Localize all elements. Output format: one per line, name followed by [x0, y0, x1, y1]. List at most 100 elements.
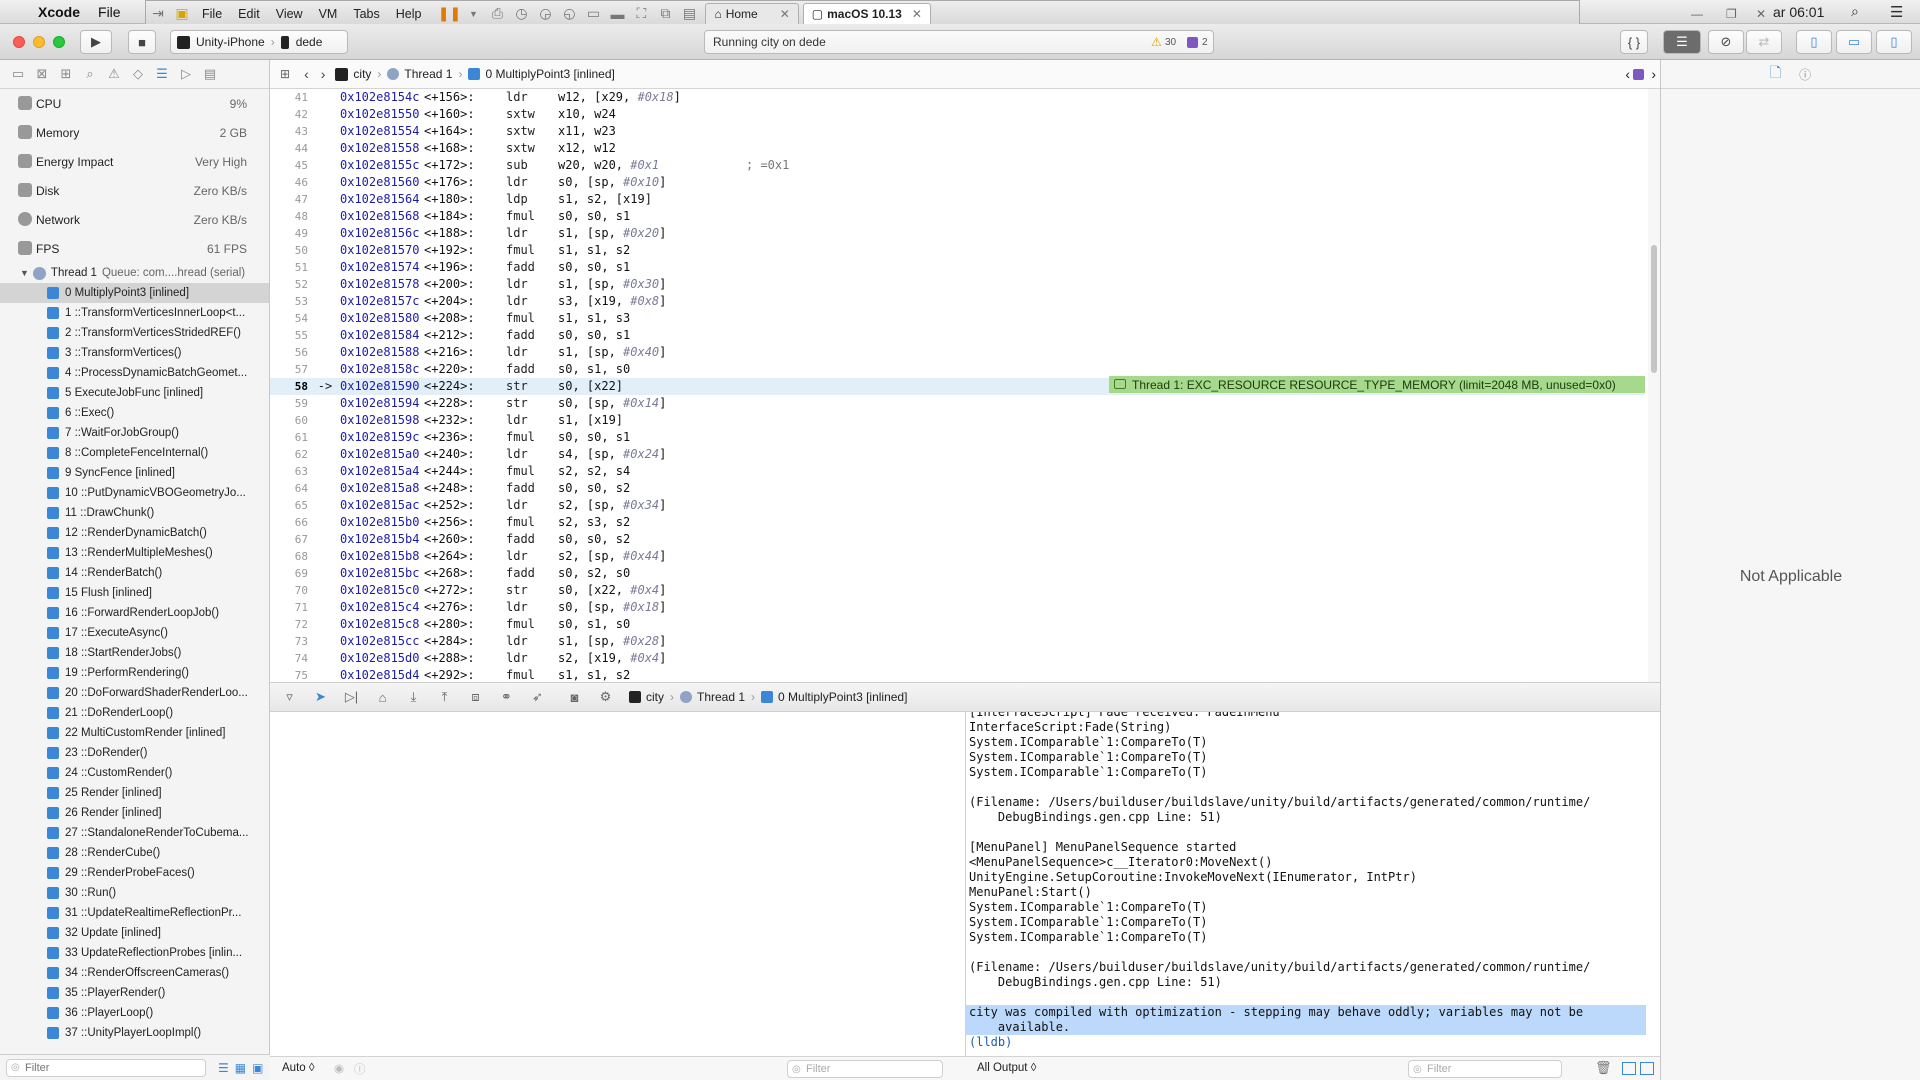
stack-frame-row[interactable]: 0 MultiplyPoint3 [inlined] — [0, 283, 269, 303]
send-keys-icon[interactable]: ⎙ — [485, 4, 509, 24]
chevron-down-icon[interactable]: ▼ — [461, 4, 485, 24]
source-control-icon[interactable]: ⊠ — [30, 66, 54, 82]
back-icon[interactable]: ‹ — [304, 66, 309, 82]
search-icon[interactable]: ⌕ — [1851, 3, 1859, 20]
stack-frame-row[interactable]: 27 ::StandaloneRenderToCubema... — [0, 823, 269, 843]
gauge-network[interactable]: Network Zero KB/s — [0, 205, 269, 234]
issue-icon[interactable] — [1633, 68, 1644, 80]
debug-view-hierarchy-icon[interactable]: ⧈ — [460, 689, 491, 705]
stack-frame-row[interactable]: 12 ::RenderDynamicBatch() — [0, 523, 269, 543]
continue-icon[interactable]: ▷| — [336, 689, 367, 705]
stack-frame-row[interactable]: 37 ::UnityPlayerLoopImpl() — [0, 1023, 269, 1043]
stack-frame-row[interactable]: 25 Render [inlined] — [0, 783, 269, 803]
stack-frame-row[interactable]: 21 ::DoRenderLoop() — [0, 703, 269, 723]
report-navigator-icon[interactable]: ▤ — [198, 66, 222, 82]
output-selector[interactable]: All Output ◊ — [977, 1062, 1036, 1074]
find-navigator-icon[interactable]: ⌕ — [78, 66, 102, 82]
minimize-icon[interactable]: — — [1691, 7, 1703, 21]
gauge-memory[interactable]: Memory 2 GB — [0, 118, 269, 147]
memory-graph-icon[interactable]: ⚭ — [491, 689, 522, 705]
thread-row[interactable]: ▼ Thread 1 Queue: com....hread (serial) — [0, 263, 269, 283]
stack-frame-row[interactable]: 15 Flush [inlined] — [0, 583, 269, 603]
stack-frame-row[interactable]: 2 ::TransformVerticesStridedREF() — [0, 323, 269, 343]
stack-frame-row[interactable]: 34 ::RenderOffscreenCameras() — [0, 963, 269, 983]
stack-frame-row[interactable]: 4 ::ProcessDynamicBatchGeomet... — [0, 363, 269, 383]
stack-frame-row[interactable]: 11 ::DrawChunk() — [0, 503, 269, 523]
stack-frame-row[interactable]: 29 ::RenderProbeFaces() — [0, 863, 269, 883]
warning-icon[interactable]: ⚠ — [1151, 35, 1162, 49]
show-crashed-threads-icon[interactable]: ▦ — [235, 1061, 246, 1075]
close-icon[interactable]: ✕ — [1756, 7, 1766, 21]
gauge-fps[interactable]: FPS 61 FPS — [0, 234, 269, 263]
menu-file[interactable]: File — [89, 4, 130, 20]
issue-navigator-icon[interactable]: ⚠ — [102, 66, 126, 82]
stack-frame-row[interactable]: 9 SyncFence [inlined] — [0, 463, 269, 483]
forward-icon[interactable]: › — [321, 66, 326, 82]
stack-frame-row[interactable]: 6 ::Exec() — [0, 403, 269, 423]
related-items-icon[interactable]: ⊞ — [280, 67, 290, 81]
stack-frame-row[interactable]: 35 ::PlayerRender() — [0, 983, 269, 1003]
debug-breadcrumb-frame[interactable]: 0 MultiplyPoint3 [inlined] — [778, 690, 907, 704]
standard-editor-button[interactable]: ☰ — [1663, 30, 1701, 54]
stack-frame-row[interactable]: 17 ::ExecuteAsync() — [0, 623, 269, 643]
show-running-threads-icon[interactable]: ▣ — [252, 1061, 263, 1075]
vm-menu-view[interactable]: View — [268, 7, 311, 21]
stack-frame-row[interactable]: 3 ::TransformVertices() — [0, 343, 269, 363]
info-icon[interactable]: ⓘ — [354, 1061, 366, 1077]
stack-frame-row[interactable]: 24 ::CustomRender() — [0, 763, 269, 783]
stack-frame-row[interactable]: 8 ::CompleteFenceInternal() — [0, 443, 269, 463]
breadcrumb-thread[interactable]: Thread 1 — [404, 67, 452, 81]
stack-frame-row[interactable]: 26 Render [inlined] — [0, 803, 269, 823]
stack-frame-row[interactable]: 16 ::ForwardRenderLoopJob() — [0, 603, 269, 623]
stop-button[interactable]: ■ — [128, 30, 156, 54]
gauge-cpu[interactable]: CPU 9% — [0, 89, 269, 118]
console-output[interactable]: [InterfaceScript] Fade received: FadeInM… — [966, 712, 1646, 1056]
show-console-icon[interactable] — [1640, 1062, 1654, 1075]
file-inspector-icon[interactable]: 🗋 — [1770, 62, 1781, 86]
exception-banner[interactable]: Thread 1: EXC_RESOURCE RESOURCE_TYPE_MEM… — [1109, 376, 1645, 393]
close-icon[interactable]: ✕ — [780, 7, 790, 21]
navigator-filter-input[interactable] — [25, 1061, 195, 1074]
assistant-editor-button[interactable]: ⊘ — [1708, 30, 1744, 54]
vm-menu-vm[interactable]: VM — [311, 7, 346, 21]
variables-filter-box[interactable]: ◎ Filter — [787, 1060, 943, 1078]
pause-icon[interactable]: ❚❚ — [437, 4, 461, 24]
lldb-prompt[interactable]: (lldb) — [966, 1035, 1646, 1050]
toggle-navigator-button[interactable]: ▯ — [1796, 30, 1832, 54]
console-filter-box[interactable]: ◎ Filter — [1408, 1060, 1562, 1078]
gauge-disk[interactable]: Disk Zero KB/s — [0, 176, 269, 205]
debug-breadcrumb-project[interactable]: city — [646, 690, 664, 704]
stack-frame-row[interactable]: 22 MultiCustomRender [inlined] — [0, 723, 269, 743]
stack-frame-row[interactable]: 13 ::RenderMultipleMeshes() — [0, 543, 269, 563]
next-issue-icon[interactable]: › — [1651, 66, 1656, 82]
stack-frame-row[interactable]: 1 ::TransformVerticesInnerLoop<t... — [0, 303, 269, 323]
fullscreen-icon[interactable]: ⛶ — [629, 4, 653, 24]
stack-frame-row[interactable]: 7 ::WaitForJobGroup() — [0, 423, 269, 443]
run-button[interactable]: ▶ — [80, 30, 112, 54]
version-editor-button[interactable]: ⇄ — [1746, 30, 1782, 54]
snapshot-manager-icon[interactable]: ◵ — [557, 4, 581, 24]
stack-frame-row[interactable]: 23 ::DoRender() — [0, 743, 269, 763]
editor-scrollbar[interactable] — [1648, 89, 1660, 682]
breakpoints-toggle-icon[interactable]: ➤ — [305, 689, 336, 705]
step-into-icon[interactable]: ⤓ — [398, 689, 429, 705]
close-icon[interactable]: ✕ — [912, 7, 922, 21]
gauge-energy[interactable]: Energy Impact Very High — [0, 147, 269, 176]
breadcrumb-frame[interactable]: 0 MultiplyPoint3 [inlined] — [485, 67, 614, 81]
test-navigator-icon[interactable]: ◇ — [126, 66, 150, 82]
toggle-inspector-button[interactable]: ▯ — [1876, 30, 1912, 54]
trash-icon[interactable]: 🗑 — [1595, 1060, 1612, 1076]
stack-frame-row[interactable]: 5 ExecuteJobFunc [inlined] — [0, 383, 269, 403]
zoom-window-button[interactable] — [53, 36, 65, 48]
tab-macos[interactable]: ▢ macOS 10.13 ✕ — [802, 2, 931, 25]
vm-app-icon[interactable]: ▣ — [170, 4, 194, 24]
variables-view[interactable] — [270, 712, 966, 1056]
issue-icon[interactable] — [1187, 36, 1198, 48]
sidebar-icon[interactable]: ▭ — [581, 4, 605, 24]
snapshot-icon[interactable]: ◷ — [509, 4, 533, 24]
minimize-window-button[interactable] — [33, 36, 45, 48]
disclosure-triangle-icon[interactable]: ▼ — [20, 268, 29, 278]
show-cpu-frames-icon[interactable]: ☰ — [218, 1061, 229, 1075]
vm-menu-help[interactable]: Help — [388, 7, 430, 21]
library-icon[interactable]: ▤ — [677, 4, 701, 24]
